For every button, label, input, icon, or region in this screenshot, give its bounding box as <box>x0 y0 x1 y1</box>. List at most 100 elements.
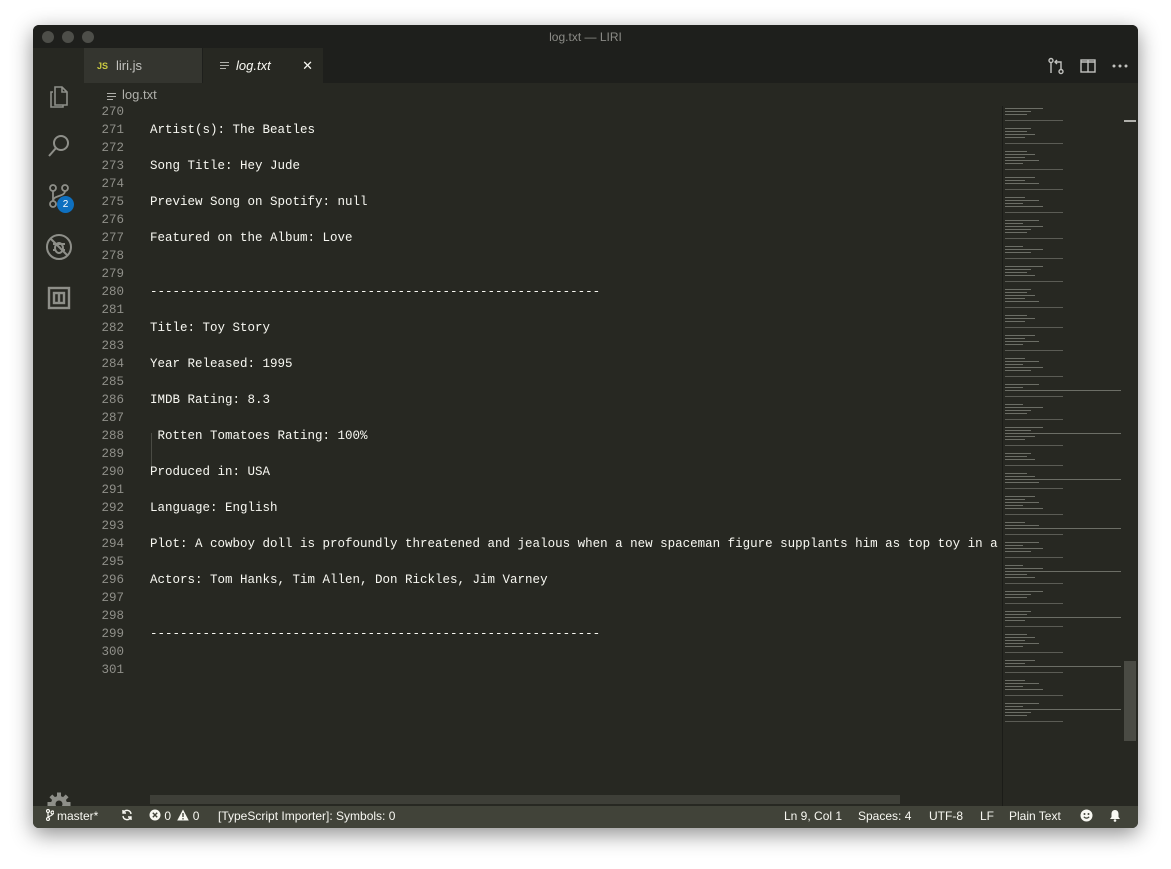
minimap-line <box>1005 206 1043 207</box>
more-actions-icon <box>1112 64 1128 68</box>
text-file-icon <box>220 58 229 73</box>
line-number: 273 <box>101 159 124 173</box>
line-text: Rotten Tomatoes Rating: 100% <box>150 429 368 443</box>
line-text: ----------------------------------------… <box>150 285 601 299</box>
minimap-line <box>1005 453 1031 454</box>
minimap-line <box>1005 137 1025 138</box>
notifications-button[interactable] <box>1109 809 1121 823</box>
encoding-status[interactable]: UTF-8 <box>929 809 963 823</box>
close-icon[interactable]: ✕ <box>302 58 313 74</box>
minimap-line <box>1005 706 1023 707</box>
line-number: 300 <box>101 645 124 659</box>
bell-icon <box>1110 810 1120 822</box>
extensions-button[interactable] <box>45 284 73 312</box>
minimap-separator <box>1005 583 1063 584</box>
minimap-line <box>1005 335 1035 336</box>
line-number: 284 <box>101 357 124 371</box>
typescript-importer-status[interactable]: [TypeScript Importer]: Symbols: 0 <box>218 809 395 823</box>
minimap-line <box>1005 683 1039 684</box>
sync-icon <box>122 809 132 821</box>
minimap-line <box>1005 160 1039 161</box>
minimap-line <box>1005 252 1031 253</box>
indentation-status[interactable]: Spaces: 4 <box>858 809 911 823</box>
minimap-separator <box>1005 258 1063 259</box>
tab-log-txt[interactable]: log.txt ✕ <box>203 48 323 83</box>
horizontal-scrollbar[interactable] <box>150 795 900 804</box>
minimap-line <box>1005 157 1025 158</box>
debug-icon <box>46 234 72 260</box>
minimap-line <box>1005 180 1025 181</box>
minimap-line <box>1005 229 1031 230</box>
problems-status[interactable]: 0 0 <box>149 809 199 823</box>
minimap-separator <box>1005 672 1063 673</box>
line-text: Year Released: 1995 <box>150 357 293 371</box>
minimap-separator <box>1005 143 1063 144</box>
minimap-line <box>1005 292 1027 293</box>
minimap-line <box>1005 634 1027 635</box>
tab-label: liri.js <box>116 58 143 73</box>
minimap[interactable] <box>1002 106 1123 806</box>
eol-status[interactable]: LF <box>980 809 994 823</box>
minimap-separator <box>1005 327 1063 328</box>
minimap-line <box>1005 338 1025 339</box>
tab-label: log.txt <box>236 58 271 73</box>
minimap-line <box>1005 496 1035 497</box>
minimap-line <box>1005 134 1035 135</box>
minimap-line <box>1005 177 1035 178</box>
line-number: 301 <box>101 663 124 677</box>
line-number: 281 <box>101 303 124 317</box>
minimap-separator <box>1005 396 1063 397</box>
branch-icon <box>45 808 55 822</box>
minimap-line <box>1005 301 1039 302</box>
minimap-line <box>1005 370 1031 371</box>
debug-button[interactable] <box>45 233 73 261</box>
minimap-separator <box>1005 120 1063 121</box>
open-changes-icon <box>1048 57 1064 75</box>
line-text: IMDB Rating: 8.3 <box>150 393 271 407</box>
language-mode[interactable]: Plain Text <box>1009 809 1061 823</box>
line-number: 289 <box>101 447 124 461</box>
minimap-line <box>1005 545 1023 546</box>
explorer-button[interactable] <box>45 83 73 111</box>
breadcrumb-item[interactable]: log.txt <box>122 87 157 102</box>
minimap-line <box>1005 542 1039 543</box>
minimap-separator <box>1005 350 1063 351</box>
split-editor-button[interactable] <box>1079 57 1097 75</box>
minimap-separator <box>1005 534 1063 535</box>
minimap-line <box>1005 128 1031 129</box>
vertical-scrollbar[interactable] <box>1122 106 1138 806</box>
editor-area[interactable]: 270 271 Artist(s): The Beatles 272 273 Song T… <box>84 106 1002 806</box>
line-number: 272 <box>101 141 124 155</box>
sync-button[interactable] <box>121 809 133 823</box>
line-number: 291 <box>101 483 124 497</box>
minimap-separator <box>1005 169 1063 170</box>
scrollbar-thumb[interactable] <box>1124 661 1136 741</box>
minimap-separator <box>1005 189 1063 190</box>
tab-liri-js[interactable]: JS liri.js <box>84 48 202 83</box>
minimap-line <box>1005 114 1027 115</box>
feedback-button[interactable] <box>1080 809 1093 823</box>
minimap-line <box>1005 108 1043 109</box>
more-actions-button[interactable] <box>1111 57 1129 75</box>
search-icon <box>48 135 69 157</box>
minimap-line <box>1005 427 1043 428</box>
open-changes-button[interactable] <box>1047 57 1065 75</box>
line-number: 275 <box>101 195 124 209</box>
cursor-position[interactable]: Ln 9, Col 1 <box>784 809 842 823</box>
line-number: 297 <box>101 591 124 605</box>
minimap-line <box>1005 318 1035 319</box>
tab-bar: JS liri.js log.txt ✕ <box>84 48 1138 83</box>
minimap-line <box>1005 341 1039 342</box>
line-text: Plot: A cowboy doll is profoundly threat… <box>150 537 1002 551</box>
minimap-line <box>1005 344 1023 345</box>
branch-status[interactable]: master* <box>45 808 98 823</box>
minimap-line <box>1005 361 1039 362</box>
minimap-line <box>1005 384 1039 385</box>
line-number: 293 <box>101 519 124 533</box>
search-button[interactable] <box>45 132 73 160</box>
minimap-line <box>1005 663 1025 664</box>
minimap-line <box>1005 315 1027 316</box>
minimap-separator <box>1005 307 1063 308</box>
minimap-line <box>1005 637 1035 638</box>
line-text: Preview Song on Spotify: null <box>150 195 368 209</box>
